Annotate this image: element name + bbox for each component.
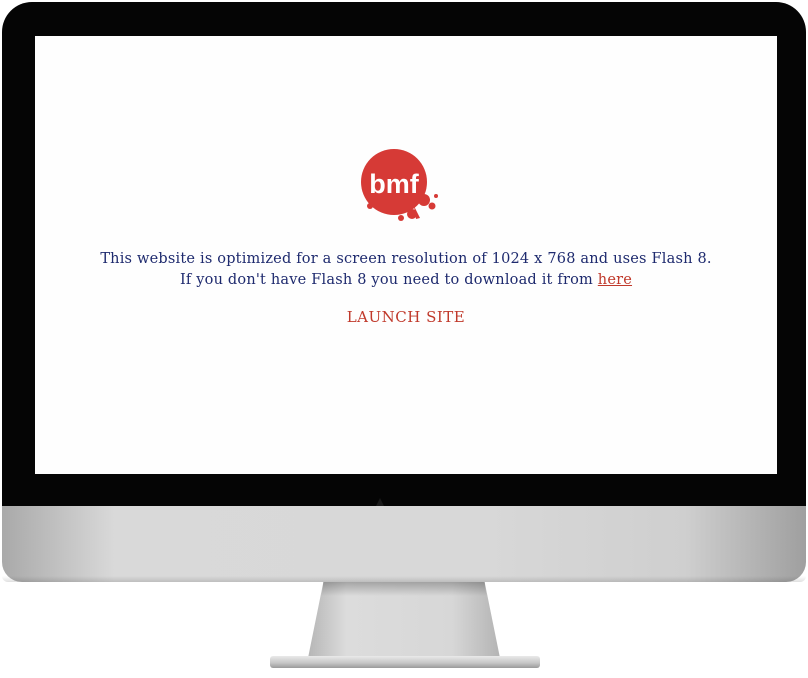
logo-text: bmf — [369, 169, 420, 199]
download-here-link[interactable]: here — [598, 272, 632, 288]
monitor-bezel: bmf This website is optimized for a scre… — [2, 2, 806, 506]
camera-notch — [376, 498, 384, 506]
monitor-mockup: bmf This website is optimized for a scre… — [0, 0, 808, 678]
flash-download-text: If you don't have Flash 8 you need to do… — [179, 272, 598, 288]
launch-site-button[interactable]: LAUNCH SITE — [35, 308, 777, 326]
flash-download-notice: If you don't have Flash 8 you need to do… — [35, 272, 777, 288]
bmf-logo: bmf — [361, 149, 438, 221]
monitor-screen: bmf This website is optimized for a scre… — [35, 36, 777, 474]
monitor-chin — [2, 506, 806, 582]
resolution-notice: This website is optimized for a screen r… — [100, 251, 712, 267]
monitor-stand-base — [270, 656, 540, 668]
stand-shadow — [321, 582, 487, 596]
